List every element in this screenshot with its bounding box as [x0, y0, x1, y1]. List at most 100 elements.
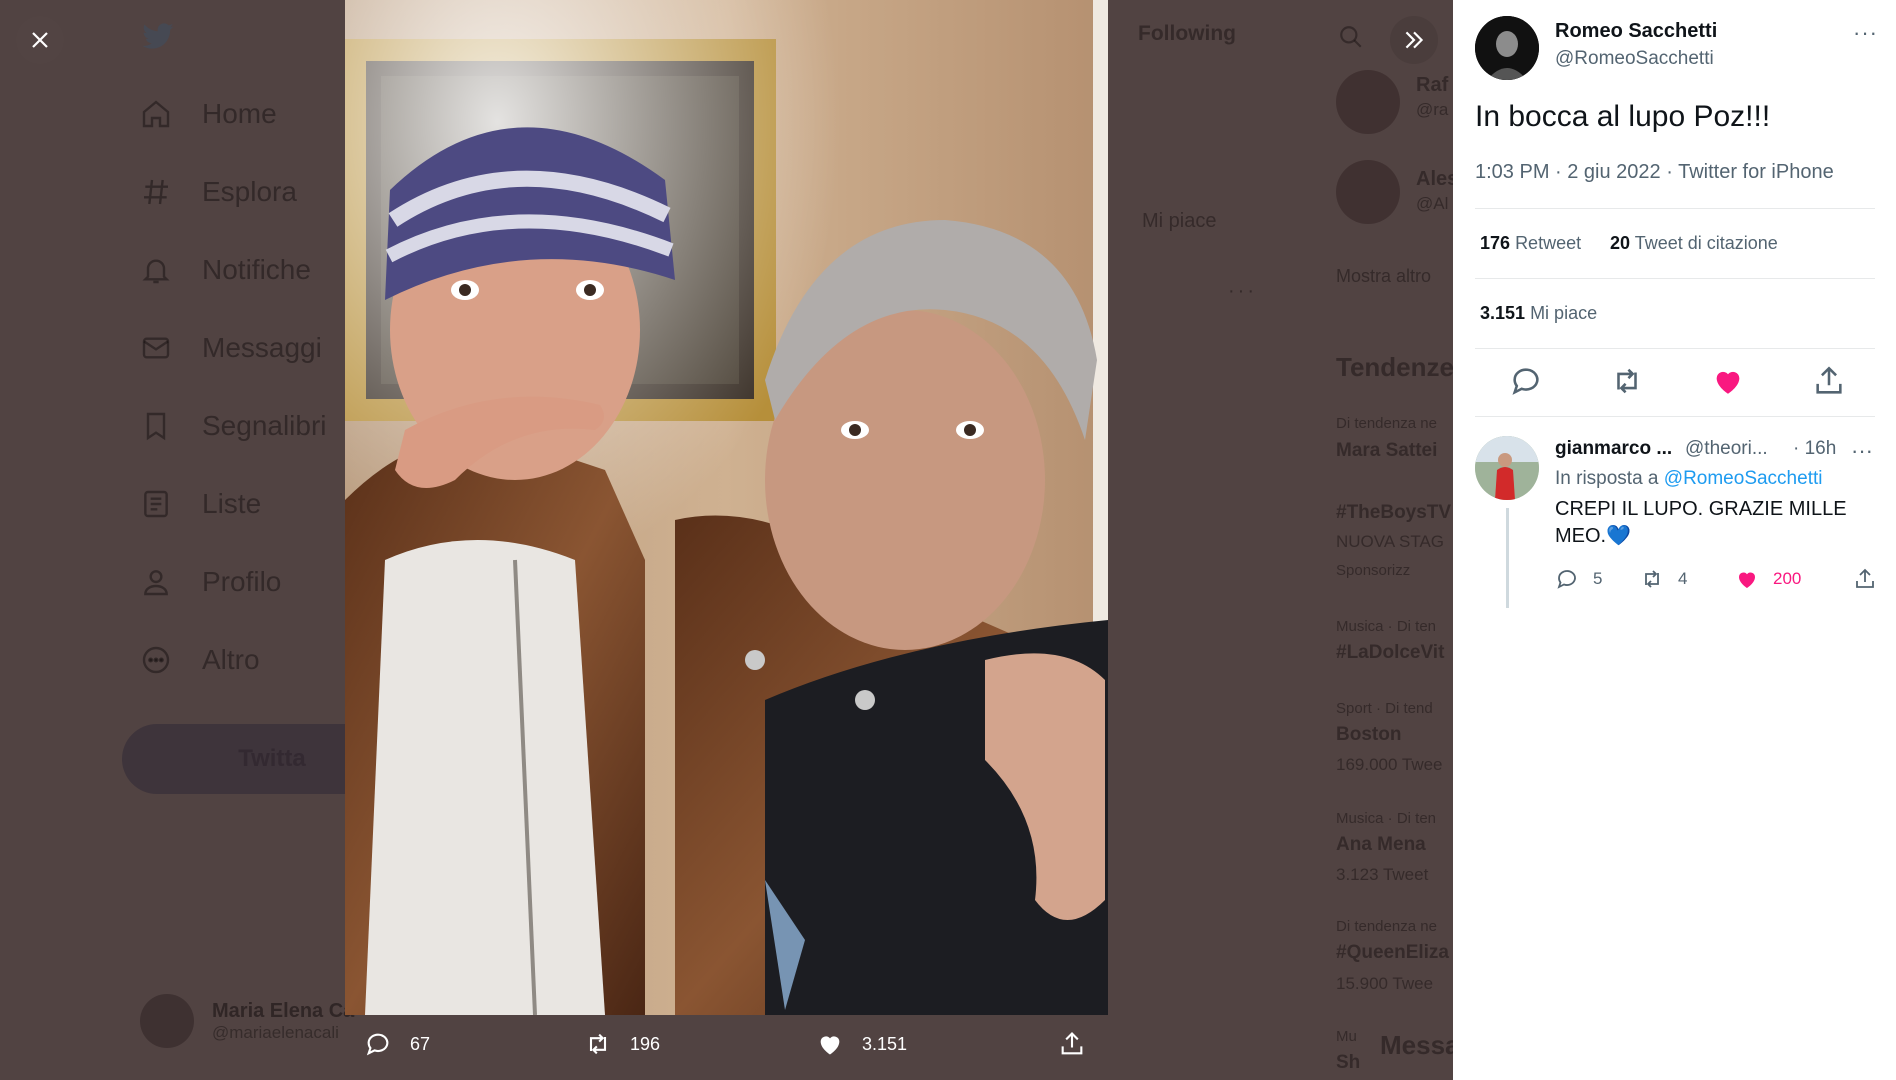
nav-messaggi[interactable]: Messaggi — [140, 332, 322, 364]
trend-count: NUOVA STAG — [1336, 532, 1445, 551]
trend-name[interactable]: Mara Sattei — [1336, 440, 1437, 462]
nav-segnalibri[interactable]: Segnalibri — [140, 410, 327, 442]
tweet-photo[interactable] — [345, 0, 1108, 1015]
like-count-value: 3.151 — [1480, 303, 1526, 323]
double-chevron-right-icon — [1405, 31, 1424, 49]
photo-retweet-button[interactable]: 196 — [584, 1030, 660, 1058]
divider — [1475, 278, 1875, 279]
photo-reply-count: 67 — [410, 1033, 431, 1054]
account-name: Maria Elena Ca — [212, 999, 355, 1022]
author-name[interactable]: Romeo Sacchetti — [1555, 20, 1717, 43]
reply-to-link[interactable]: @RomeoSacchetti — [1664, 468, 1823, 489]
trend-name[interactable]: Boston — [1336, 724, 1401, 746]
trends-title: Tendenze — [1336, 352, 1453, 382]
quote-count-value: 20 — [1610, 233, 1631, 253]
reply-author-handle[interactable]: @theori... — [1685, 438, 1768, 460]
nav-profilo[interactable]: Profilo — [140, 566, 281, 598]
close-button[interactable] — [16, 16, 64, 64]
reply-reply-button[interactable]: 5 — [1555, 567, 1602, 591]
retweet-count-value: 176 — [1480, 233, 1511, 253]
hashtag-icon — [144, 179, 168, 205]
heart-filled-icon — [1739, 572, 1755, 588]
author-avatar[interactable] — [1475, 16, 1539, 80]
retweet-count-label: Retweet — [1515, 233, 1582, 253]
home-icon — [142, 100, 170, 128]
reply-retweet-count: 4 — [1678, 569, 1688, 588]
envelope-icon — [142, 337, 170, 359]
reply-text: CREPI IL LUPO. GRAZIE MILLE MEO.💙 — [1555, 498, 1847, 547]
suggested-user-avatar[interactable] — [1336, 70, 1400, 134]
trend-name[interactable]: Sh — [1336, 1052, 1360, 1074]
trend-context: Sponsorizz — [1336, 562, 1411, 579]
share-icon[interactable] — [1812, 364, 1846, 398]
suggested-user-avatar[interactable] — [1336, 160, 1400, 224]
suggested-user-handle: @ra — [1416, 100, 1449, 119]
trend-context: Mu — [1336, 1028, 1357, 1045]
reply-share-button[interactable] — [1853, 567, 1877, 591]
nav-esplora[interactable]: Esplora — [140, 176, 297, 208]
more-dots-icon: ··· — [1228, 280, 1257, 302]
reply-avatar-image — [1475, 436, 1539, 500]
reply-reply-count: 5 — [1593, 569, 1603, 588]
heart-filled-icon[interactable] — [1711, 364, 1745, 398]
nav-notifiche-label: Notifiche — [202, 254, 311, 285]
reply-retweet-button[interactable]: 4 — [1640, 567, 1687, 591]
list-icon — [144, 490, 168, 518]
nav-liste-label: Liste — [202, 488, 262, 519]
nav-home-label: Home — [202, 98, 277, 129]
tab-mi-piace[interactable]: Mi piace — [1142, 210, 1216, 233]
reply-avatar[interactable] — [1475, 436, 1539, 500]
trend-context: Musica · Di ten — [1336, 810, 1437, 827]
retweet-count[interactable]: 176 Retweet — [1480, 233, 1581, 254]
photo-reply-button[interactable]: 67 — [364, 1030, 430, 1058]
trend-name[interactable]: #LaDolceVit — [1336, 642, 1444, 664]
trend-count: 15.900 Twee — [1336, 974, 1434, 993]
suggested-user-name: Ales — [1416, 168, 1453, 190]
photo-like-count: 3.151 — [862, 1033, 908, 1054]
account-switcher[interactable]: Maria Elena Ca @mariaelenacali — [140, 994, 354, 1048]
expand-panel-button[interactable] — [1390, 16, 1438, 64]
nav-altro-label: Altro — [202, 644, 260, 675]
reply-like-count: 200 — [1773, 569, 1802, 588]
photo-share-button[interactable] — [1058, 1030, 1086, 1058]
reply-author-name[interactable]: gianmarco ... — [1555, 438, 1672, 460]
retweet-icon[interactable] — [1610, 364, 1644, 398]
reply-like-button[interactable]: 200 — [1735, 567, 1801, 591]
reply-icon — [1557, 570, 1576, 589]
avatar — [140, 994, 194, 1048]
trend-name[interactable]: Ana Mena — [1336, 834, 1426, 856]
reply-more-icon[interactable]: ··· — [1851, 438, 1873, 464]
suggested-user-handle: @Al — [1416, 194, 1449, 213]
divider — [1475, 208, 1875, 209]
show-more-link[interactable]: Mostra altro — [1336, 266, 1431, 287]
like-count[interactable]: 3.151 Mi piace — [1480, 303, 1597, 324]
nav-notifiche[interactable]: Notifiche — [140, 254, 311, 286]
photo-retweet-count: 196 — [630, 1033, 661, 1054]
trend-count: 3.123 Tweet — [1336, 865, 1429, 884]
bell-icon — [142, 259, 170, 284]
bookmark-icon — [146, 412, 166, 441]
tweet-meta: 1:03 PM · 2 giu 2022 · Twitter for iPhon… — [1475, 161, 1834, 183]
author-handle[interactable]: @RomeoSacchetti — [1555, 48, 1714, 70]
nav-profilo-label: Profilo — [202, 566, 282, 597]
messages-drawer-label[interactable]: Messa — [1380, 1030, 1453, 1061]
trend-name[interactable]: #TheBoysTV — [1336, 502, 1451, 524]
nav-liste[interactable]: Liste — [140, 488, 261, 520]
trend-name[interactable]: #QueenEliza — [1336, 942, 1449, 964]
search-icon — [1340, 26, 1362, 48]
tweet-more-icon[interactable]: ··· — [1853, 20, 1878, 46]
reply-time[interactable]: · 16h — [1793, 438, 1836, 460]
trend-context: Sport · Di tend — [1336, 700, 1433, 717]
trend-context: Di tendenza ne — [1336, 918, 1437, 935]
trend-count: 169.000 Twee — [1336, 755, 1443, 774]
nav-altro[interactable]: Altro — [140, 644, 260, 676]
divider — [1475, 348, 1875, 349]
heart-icon — [820, 1036, 840, 1055]
following-label: Following — [1138, 22, 1236, 45]
tweet-detail-panel: Romeo Sacchetti @RomeoSacchetti ··· In b… — [1453, 0, 1896, 1080]
reply-icon[interactable] — [1509, 364, 1543, 398]
photo-like-button[interactable]: 3.151 — [816, 1030, 907, 1058]
nav-home[interactable]: Home — [140, 98, 277, 130]
twitter-logo-icon — [142, 23, 174, 49]
quote-count[interactable]: 20 Tweet di citazione — [1610, 233, 1778, 254]
